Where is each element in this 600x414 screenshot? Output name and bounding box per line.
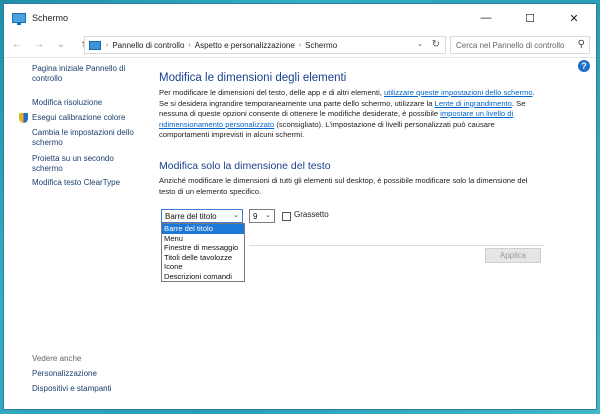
bold-checkbox[interactable] [282,212,291,221]
sidebar-item-change-resolution[interactable]: Modifica risoluzione [32,98,102,108]
search-input[interactable]: Cerca nel Pannello di controllo ⚲ [450,36,590,54]
dropdown-option-tooltips[interactable]: Descrizioni comandi [162,272,244,282]
search-icon[interactable]: ⚲ [578,39,585,50]
chevron-down-icon: ⌄ [233,212,239,219]
refresh-icon[interactable]: ↻ [432,39,440,50]
see-also-heading: Vedere anche [32,354,82,363]
sidebar-item-display-settings[interactable]: Cambia le impostazioni dello schermo [32,128,142,148]
breadcrumb-separator-icon[interactable]: › [106,42,108,49]
maximize-button[interactable]: ☐ [508,4,552,32]
monitor-icon [12,13,26,25]
breadcrumb-control-panel[interactable]: Pannello di controllo [112,41,184,50]
text-size-description: Anziché modificare le dimensioni di tutt… [159,176,528,196]
chevron-down-icon: ⌄ [265,212,271,219]
magnifier-link[interactable]: Lente di ingrandimento [435,99,512,108]
dropdown-option-message-boxes[interactable]: Finestre di messaggio [162,243,244,253]
minimize-button[interactable]: — [464,4,508,32]
sidebar-item-calibrate-color[interactable]: Esegui calibrazione colore [19,113,126,123]
search-placeholder: Cerca nel Pannello di controllo [456,40,565,50]
size-select-value: 9 [253,211,258,221]
bold-label[interactable]: Grassetto [294,210,329,219]
sidebar-item-label: Esegui calibrazione colore [32,113,126,122]
apply-button[interactable]: Applica [485,248,541,263]
dropdown-option-title-bars[interactable]: Barre del titolo [162,224,244,234]
display-settings-link[interactable]: utilizzare queste impostazioni dello sch… [384,88,533,97]
sidebar: Pagina iniziale Pannello di controllo Mo… [4,58,154,410]
dropdown-option-icons[interactable]: Icone [162,262,244,272]
address-dropdown-icon[interactable]: ⌄ [417,40,423,48]
close-button[interactable]: ✕ [552,4,596,32]
help-icon[interactable]: ? [578,60,590,72]
description-text: Per modificare le dimensioni del testo, … [159,88,384,97]
sidebar-item-personalization[interactable]: Personalizzazione [32,369,97,379]
sidebar-item-devices-printers[interactable]: Dispositivi e stampanti [32,384,112,394]
dropdown-option-menu[interactable]: Menu [162,234,244,244]
section-title-text-size: Modifica solo la dimensione del testo [159,160,331,172]
navigation-bar: ← → ⌄ ↑ › Pannello di controllo › Aspett… [4,32,596,58]
breadcrumb-separator-icon[interactable]: › [299,42,301,49]
element-dropdown-list: Barre del titolo Menu Finestre di messag… [161,223,245,282]
element-select-value: Barre del titolo [165,211,217,221]
divider [249,245,544,246]
breadcrumb-display[interactable]: Schermo [305,41,337,50]
element-select[interactable]: Barre del titolo ⌄ [161,209,243,223]
sidebar-item-cleartype[interactable]: Modifica testo ClearType [32,178,120,188]
title-bar: Schermo — ☐ ✕ [4,4,596,32]
dropdown-option-palette-titles[interactable]: Titoli delle tavolozze [162,253,244,263]
forward-arrow-icon[interactable]: → [30,39,48,50]
page-title: Modifica le dimensioni degli elementi [159,72,347,84]
address-bar[interactable]: › Pannello di controllo › Aspetto e pers… [84,36,446,54]
breadcrumb-separator-icon[interactable]: › [188,42,190,49]
back-arrow-icon[interactable]: ← [8,39,26,50]
window-controls: — ☐ ✕ [464,4,596,32]
shield-icon [19,113,28,123]
control-panel-icon [89,40,101,50]
sidebar-item-project-second-screen[interactable]: Proietta su un secondo schermo [32,154,142,174]
sidebar-item-control-panel-home[interactable]: Pagina iniziale Pannello di controllo [32,64,142,84]
window-title: Schermo [32,13,69,23]
control-panel-window: Schermo — ☐ ✕ ← → ⌄ ↑ › Pannello di cont… [3,3,597,410]
size-select[interactable]: 9 ⌄ [249,209,275,223]
description-paragraph: Per modificare le dimensioni del testo, … [159,88,544,141]
breadcrumb-appearance[interactable]: Aspetto e personalizzazione [195,41,295,50]
recent-locations-chevron-icon[interactable]: ⌄ [52,39,70,50]
